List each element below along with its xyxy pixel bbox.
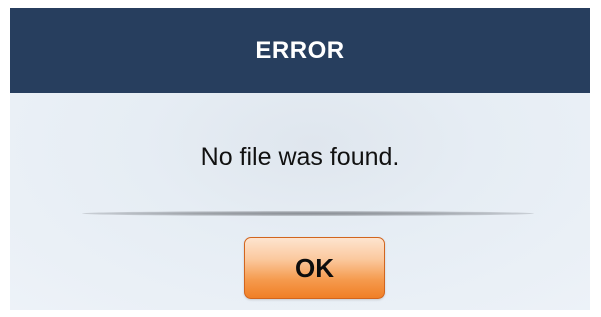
dialog-divider <box>82 211 534 216</box>
dialog-message: No file was found. <box>200 143 400 171</box>
error-dialog: ERROR No file was found. OK <box>10 8 590 310</box>
ok-button-label: OK <box>295 252 334 283</box>
dialog-title-bar: ERROR <box>10 8 590 93</box>
dialog-title: ERROR <box>255 36 345 64</box>
ok-button[interactable]: OK <box>244 237 385 299</box>
